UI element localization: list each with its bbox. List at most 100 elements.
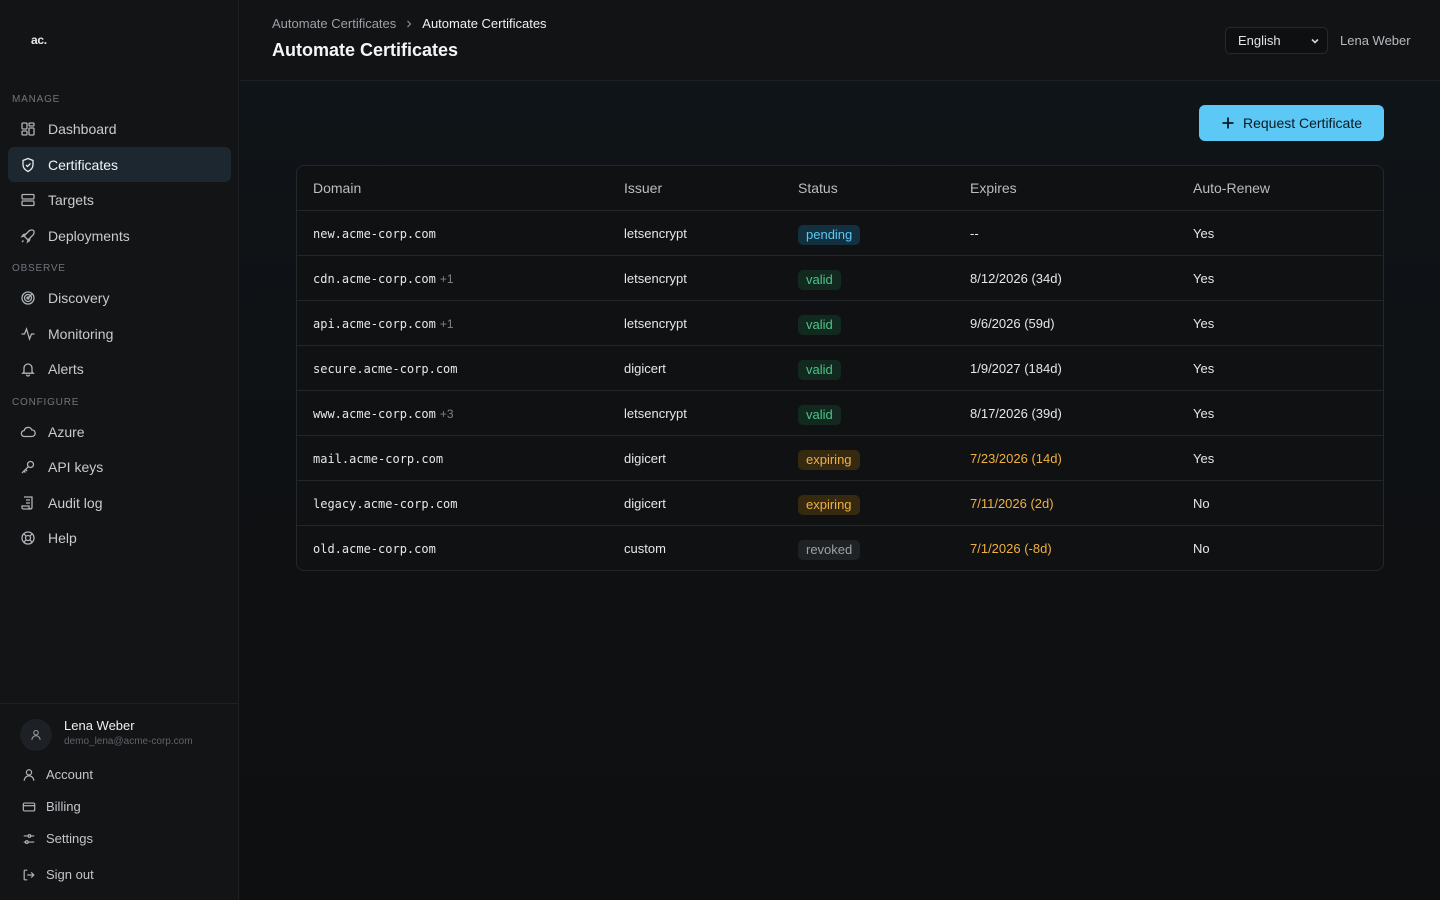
avatar[interactable] (20, 719, 52, 751)
issuer-cell: digicert (624, 361, 666, 376)
settings-link-label: Settings (46, 831, 93, 846)
sidebar-item-alerts[interactable]: Alerts (8, 351, 231, 386)
sidebar-item-label: Alerts (48, 360, 84, 377)
sidebar-item-label: Help (48, 529, 77, 546)
table-row[interactable]: new.acme-corp.com letsencrypt pending -- Yes (297, 211, 1383, 256)
table-row[interactable]: secure.acme-corp.com digicert valid 1/9/202… (297, 346, 1383, 391)
expires-cell: 7/1/2026 (-8d) (970, 541, 1052, 556)
header-user-name[interactable]: Lena Weber (1340, 33, 1411, 48)
sidebar-item-label: Discovery (48, 289, 110, 306)
domain-name: www.acme-corp.com (313, 407, 436, 421)
section-label-manage: MANAGE (12, 94, 61, 105)
breadcrumb-item[interactable]: Automate Certificates (272, 16, 396, 31)
lifebuoy-icon (21, 530, 35, 545)
sidebar-item-label: Targets (48, 191, 94, 208)
expires-cell: 8/12/2026 (34d) (970, 271, 1062, 286)
table-header: Domain Issuer Status Expires Auto-Renew (297, 166, 1383, 211)
rocket-icon (20, 228, 35, 244)
billing-link[interactable]: Billing (22, 799, 81, 814)
billing-link-label: Billing (46, 799, 81, 814)
page-title: Automate Certificates (272, 40, 459, 60)
issuer-cell: digicert (624, 496, 666, 511)
additional-domains-count: +3 (439, 407, 454, 421)
section-label-configure: CONFIGURE (12, 397, 80, 408)
sidebar-item-azure[interactable]: Azure (8, 414, 231, 449)
chevron-down-icon (1311, 38, 1319, 44)
sidebar-item-help[interactable]: Help (8, 520, 231, 555)
breadcrumb: Automate Certificates Automate Certifica… (272, 16, 547, 31)
scroll-icon (21, 495, 33, 510)
sidebar-item-targets[interactable]: Targets (8, 182, 231, 217)
column-header-issuer[interactable]: Issuer (624, 180, 662, 196)
expires-cell: 7/11/2026 (2d) (970, 496, 1054, 511)
sidebar-item-discovery[interactable]: Discovery (8, 280, 231, 315)
table-row[interactable]: cdn.acme-corp.com +1 letsencrypt valid 8/12/… (297, 256, 1383, 301)
shield-icon (22, 157, 34, 172)
issuer-cell: custom (624, 541, 666, 556)
sidebar-item-api-keys[interactable]: API keys (8, 449, 231, 484)
radar-icon (21, 290, 35, 305)
dashboard-icon (21, 121, 35, 136)
issuer-cell: letsencrypt (624, 316, 687, 331)
language-select-value: English (1238, 33, 1281, 48)
status-badge: expiring (798, 450, 860, 470)
request-certificate-button[interactable]: Request Certificate (1199, 105, 1384, 141)
auto-renew-cell: No (1193, 541, 1210, 556)
column-header-domain[interactable]: Domain (313, 180, 361, 196)
credit-card-icon (22, 801, 36, 812)
sidebar-item-certificates[interactable]: Certificates (8, 147, 231, 182)
activity-icon (21, 326, 35, 341)
sign-out-link-label: Sign out (46, 867, 94, 882)
domain-name: old.acme-corp.com (313, 542, 436, 556)
table-row[interactable]: api.acme-corp.com +1 letsencrypt valid 9/6/2… (297, 301, 1383, 346)
domain-cell: secure.acme-corp.com (313, 362, 458, 376)
user-name: Lena Weber (64, 718, 135, 733)
sign-out-icon (23, 869, 35, 880)
sliders-icon (23, 833, 35, 844)
sign-out-link[interactable]: Sign out (22, 867, 94, 882)
section-label-observe: OBSERVE (12, 263, 66, 274)
domain-cell: www.acme-corp.com +3 (313, 407, 454, 421)
status-badge: valid (798, 315, 841, 335)
settings-link[interactable]: Settings (22, 831, 93, 846)
sidebar-item-audit-log[interactable]: Audit log (8, 485, 231, 520)
expires-cell: 9/6/2026 (59d) (970, 316, 1055, 331)
sidebar-item-label: Audit log (48, 494, 103, 511)
domain-cell: mail.acme-corp.com (313, 452, 443, 466)
domain-cell: cdn.acme-corp.com +1 (313, 272, 454, 286)
table-row[interactable]: old.acme-corp.com custom revoked 7/1/2026 (… (297, 526, 1383, 570)
sidebar-item-label: Azure (48, 423, 85, 440)
domain-cell: api.acme-corp.com +1 (313, 317, 454, 331)
domain-name: new.acme-corp.com (313, 227, 436, 241)
table-row[interactable]: legacy.acme-corp.com digicert expiring 7/11… (297, 481, 1383, 526)
user-panel: Lena Weber demo_lena@acme-corp.com Accou… (0, 703, 239, 900)
domain-cell: legacy.acme-corp.com (313, 497, 458, 511)
column-header-expires[interactable]: Expires (970, 180, 1017, 196)
app-logo[interactable]: ac. (31, 33, 47, 47)
auto-renew-cell: Yes (1193, 226, 1215, 241)
domain-cell: old.acme-corp.com (313, 542, 436, 556)
sidebar-item-dashboard[interactable]: Dashboard (8, 111, 231, 146)
auto-renew-cell: Yes (1193, 406, 1215, 421)
table-row[interactable]: mail.acme-corp.com digicert expiring 7/23/2… (297, 436, 1383, 481)
bell-icon (21, 362, 35, 377)
column-header-auto-renew[interactable]: Auto-Renew (1193, 180, 1270, 196)
user-icon (31, 729, 41, 740)
key-icon (21, 460, 35, 473)
column-header-status[interactable]: Status (798, 180, 838, 196)
account-link-label: Account (46, 767, 93, 782)
additional-domains-count: +1 (439, 317, 454, 331)
issuer-cell: digicert (624, 451, 666, 466)
sidebar-item-label: Deployments (48, 227, 130, 244)
sidebar-item-deployments[interactable]: Deployments (8, 218, 231, 253)
sidebar-item-monitoring[interactable]: Monitoring (8, 316, 231, 351)
table-row[interactable]: www.acme-corp.com +3 letsencrypt valid 8/17/… (297, 391, 1383, 436)
language-select[interactable]: English (1225, 27, 1328, 54)
status-badge: pending (798, 225, 861, 245)
status-badge: valid (798, 360, 841, 380)
sidebar: ac. MANAGE Dashboard Certificates Target… (0, 0, 239, 900)
user-email: demo_lena@acme-corp.com (64, 736, 193, 747)
issuer-cell: letsencrypt (624, 226, 687, 241)
account-link[interactable]: Account (22, 767, 93, 782)
server-icon (21, 193, 35, 206)
